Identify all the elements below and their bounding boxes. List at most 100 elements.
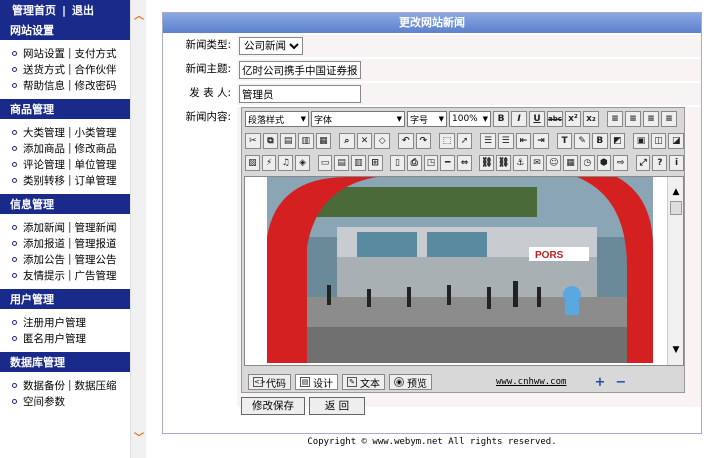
sidebar-link[interactable]: 支付方式 xyxy=(75,46,117,61)
italic-icon[interactable]: I xyxy=(511,111,527,127)
sidebar-link[interactable]: 订单管理 xyxy=(75,173,117,188)
site-link[interactable]: www.cnhww.com xyxy=(496,377,566,387)
sidebar-link[interactable]: 添加公告 xyxy=(23,252,65,267)
redo-icon[interactable]: ↷ xyxy=(415,133,432,149)
cut-icon[interactable]: ✂ xyxy=(245,133,261,149)
delete-icon[interactable]: ✕ xyxy=(356,133,373,149)
file-icon[interactable]: ⎙ xyxy=(406,155,422,171)
logout-link[interactable]: 退出 xyxy=(72,2,94,18)
align-center-icon[interactable]: ≡ xyxy=(625,111,641,127)
author-input[interactable] xyxy=(239,85,361,103)
unordered-list-icon[interactable]: ☰ xyxy=(497,133,514,149)
text-color-icon[interactable]: T xyxy=(556,133,573,149)
indent-icon[interactable]: ⇥ xyxy=(533,133,549,149)
scroll-up-icon[interactable]: ︿ xyxy=(134,12,144,22)
paste-text-icon[interactable]: ▥ xyxy=(297,133,314,149)
sidebar-scrollbar[interactable]: ︿ ﹀ xyxy=(130,0,146,458)
sidebar-link[interactable]: 添加新闻 xyxy=(23,220,65,235)
sidebar-link[interactable]: 广告管理 xyxy=(75,268,117,283)
flash-icon[interactable]: ⚡ xyxy=(261,155,277,171)
sidebar-link[interactable]: 友情提示 xyxy=(23,268,65,283)
subject-input[interactable] xyxy=(239,61,361,79)
scroll-down-icon[interactable]: ▼ xyxy=(671,345,681,355)
zoom-out-icon[interactable]: − xyxy=(615,375,626,390)
layer-icon[interactable]: ◫ xyxy=(650,133,667,149)
info-icon[interactable]: i xyxy=(669,155,684,171)
email-icon[interactable]: ✉ xyxy=(529,155,545,171)
image-icon[interactable]: ▨ xyxy=(245,155,260,171)
back-color-icon[interactable]: B xyxy=(591,133,608,149)
zoom-in-icon[interactable]: + xyxy=(594,375,605,390)
sidebar-link[interactable]: 修改商品 xyxy=(75,141,117,156)
tab-code[interactable]: <> 代码 xyxy=(248,374,291,390)
scroll-up-icon[interactable]: ▲ xyxy=(671,187,681,197)
sidebar-link[interactable]: 送货方式 xyxy=(23,62,65,77)
sidebar-link[interactable]: 大类管理 xyxy=(23,125,65,140)
sidebar-link[interactable]: 管理报道 xyxy=(75,236,117,251)
insert-column-icon[interactable]: ▥ xyxy=(351,155,366,171)
scroll-thumb[interactable] xyxy=(670,201,682,215)
zoom-select[interactable]: 100% ▼ xyxy=(449,111,491,127)
shield-icon[interactable]: ⬢ xyxy=(596,155,612,171)
align-left-icon[interactable]: ≡ xyxy=(607,111,623,127)
time-icon[interactable]: ◷ xyxy=(579,155,595,171)
home-link[interactable]: 管理首页 xyxy=(12,2,56,18)
sidebar-link[interactable]: 网站设置 xyxy=(23,46,65,61)
bold-icon[interactable]: B xyxy=(493,111,509,127)
fullscreen-icon[interactable]: ⤢ xyxy=(635,155,651,171)
sidebar-link[interactable]: 修改密码 xyxy=(75,78,117,93)
tab-text[interactable]: ✎ 文本 xyxy=(342,374,385,390)
sidebar-link[interactable]: 添加商品 xyxy=(23,141,65,156)
insert-row-icon[interactable]: ▤ xyxy=(334,155,350,171)
sidebar-link[interactable]: 数据备份 xyxy=(23,378,65,393)
sidebar-link[interactable]: 数据压缩 xyxy=(75,378,117,393)
select-all-icon[interactable]: ⬚ xyxy=(439,133,455,149)
save-button[interactable]: 修改保存 xyxy=(241,397,305,415)
layer-back-icon[interactable]: ◪ xyxy=(668,133,685,149)
sidebar-link[interactable]: 类别转移 xyxy=(23,173,65,188)
sidebar-link[interactable]: 小类管理 xyxy=(75,125,117,140)
fill-icon[interactable]: ◩ xyxy=(609,133,626,149)
font-size-select[interactable]: 字号 ▼ xyxy=(407,111,447,127)
sidebar-link[interactable]: 单位管理 xyxy=(75,157,117,172)
paste-icon[interactable]: ▤ xyxy=(280,133,296,149)
back-button[interactable]: 返 回 xyxy=(309,397,365,415)
table-icon[interactable]: ▭ xyxy=(317,155,333,171)
special-char-icon[interactable]: ◈ xyxy=(295,155,310,171)
eraser-icon[interactable]: ◇ xyxy=(374,133,391,149)
horizontal-rule-icon[interactable]: ━ xyxy=(440,155,456,171)
tab-design[interactable]: ▤ 设计 xyxy=(295,374,338,390)
help-icon[interactable]: ? xyxy=(652,155,668,171)
link-icon[interactable]: ⛓ xyxy=(479,155,495,171)
paste-word-icon[interactable]: ▦ xyxy=(315,133,332,149)
frame-icon[interactable]: ▣ xyxy=(633,133,649,149)
sidebar-link[interactable]: 合作伙伴 xyxy=(75,62,117,77)
sidebar-link[interactable]: 匿名用户管理 xyxy=(23,331,86,346)
sidebar-link[interactable]: 空间参数 xyxy=(23,394,65,409)
sidebar-link[interactable]: 管理公告 xyxy=(75,252,117,267)
sidebar-link[interactable]: 帮助信息 xyxy=(23,78,65,93)
emoticon-icon[interactable]: ☺ xyxy=(546,155,562,171)
ordered-list-icon[interactable]: ☰ xyxy=(480,133,496,149)
paragraph-style-select[interactable]: 段落样式 ▼ xyxy=(245,111,309,127)
highlight-icon[interactable]: ✎ xyxy=(574,133,590,149)
form-icon[interactable]: ▯ xyxy=(390,155,405,171)
outdent-icon[interactable]: ⇤ xyxy=(515,133,532,149)
find-icon[interactable]: ⌕ xyxy=(339,133,355,149)
export-icon[interactable]: ⇨ xyxy=(613,155,629,171)
unlink-icon[interactable]: ⛓ xyxy=(496,155,511,171)
sidebar-link[interactable]: 管理新闻 xyxy=(75,220,117,235)
copy-icon[interactable]: ⧉ xyxy=(262,133,279,149)
iframe-icon[interactable]: ◳ xyxy=(423,155,439,171)
merge-cells-icon[interactable]: ⊞ xyxy=(367,155,383,171)
pointer-icon[interactable]: ➚ xyxy=(456,133,473,149)
media-icon[interactable]: ♫ xyxy=(278,155,294,171)
align-right-icon[interactable]: ≡ xyxy=(643,111,659,127)
tab-preview[interactable]: ◉ 预览 xyxy=(389,374,432,390)
undo-icon[interactable]: ↶ xyxy=(397,133,414,149)
strikethrough-icon[interactable]: abc xyxy=(547,111,563,127)
align-justify-icon[interactable]: ≡ xyxy=(661,111,677,127)
sidebar-link[interactable]: 注册用户管理 xyxy=(23,315,86,330)
sidebar-link[interactable]: 添加报道 xyxy=(23,236,65,251)
superscript-icon[interactable]: x² xyxy=(565,111,581,127)
